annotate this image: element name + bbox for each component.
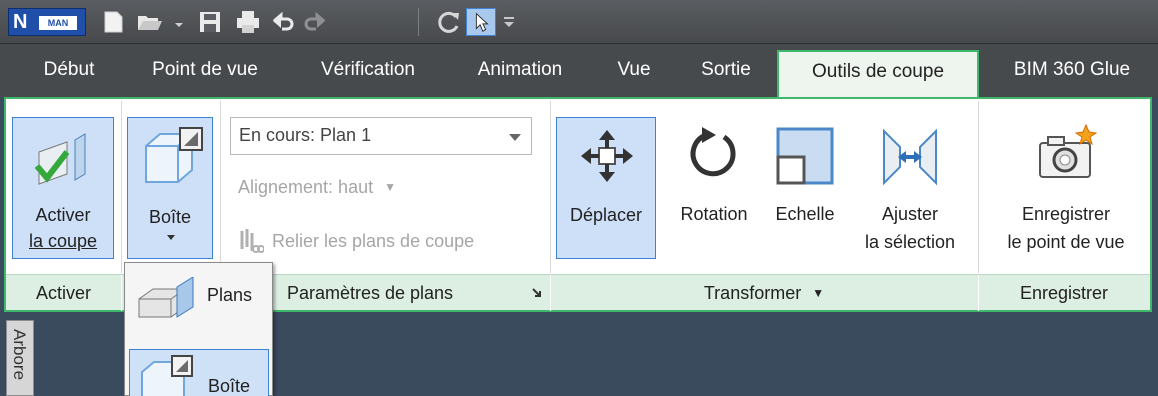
chevron-down-icon: ▼ [812, 286, 825, 300]
chevron-down-icon: ▼ [384, 180, 396, 194]
menu-item-plans[interactable]: Plans [129, 269, 269, 325]
quick-access-toolbar: N MAN [0, 0, 1158, 44]
panel-label-transformer[interactable]: Transformer ▼ [550, 278, 978, 308]
dialog-launcher-icon[interactable] [530, 286, 544, 300]
panel-label-enregistrer: Enregistrer [1019, 283, 1109, 303]
tab-verification[interactable]: Vérification [298, 50, 438, 92]
rotate-button[interactable]: Rotation [668, 117, 760, 259]
alignment-label: Alignement: haut [238, 177, 374, 197]
undo-icon[interactable] [268, 8, 298, 36]
tab-animation[interactable]: Animation [455, 50, 585, 92]
panel-divider [121, 101, 122, 273]
save-viewpoint-button[interactable]: Enregistrer le point de vue [984, 117, 1148, 259]
chevron-down-icon [509, 134, 521, 141]
scale-icon [776, 127, 834, 185]
box-cube-icon [141, 355, 193, 396]
link-planes-icon [240, 229, 264, 253]
open-dropdown-icon[interactable] [164, 8, 194, 36]
alignment-dropdown[interactable]: Alignement: haut ▼ [238, 177, 396, 198]
open-folder-icon[interactable] [134, 8, 164, 36]
transformer-label: Transformer [703, 283, 802, 303]
fit-selection-label-2: la sélection [864, 232, 956, 252]
toolbar-divider [418, 8, 419, 36]
footer-divider [121, 275, 122, 311]
panel-label-activer: Activer [35, 283, 91, 303]
menu-label-plans: Plans [207, 285, 253, 305]
side-tab-label: Arbore [10, 329, 29, 381]
scale-button[interactable]: Echelle [764, 117, 846, 259]
tab-vue[interactable]: Vue [604, 50, 664, 92]
camera-icon [1039, 123, 1098, 178]
box-mode-label: Boîte [148, 207, 192, 227]
new-file-icon[interactable] [98, 8, 128, 36]
logo-text: MAN [39, 16, 77, 30]
link-planes-button[interactable]: Relier les plans de coupe [272, 231, 474, 252]
select-cursor-icon[interactable] [466, 8, 496, 36]
current-plane-value: En cours: Plan 1 [239, 125, 372, 145]
customize-dropdown-icon[interactable] [500, 8, 518, 36]
rotate-label: Rotation [680, 204, 748, 224]
fit-selection-label-1: Ajuster [881, 204, 939, 224]
save-viewpoint-label-1: Enregistrer [1021, 204, 1111, 224]
panel-divider [220, 101, 221, 273]
tab-bim-360-glue[interactable]: BIM 360 Glue [992, 50, 1152, 92]
selection-tree-side-tab[interactable]: Arbore [6, 320, 34, 396]
logo-letter: N [13, 11, 28, 33]
tab-sortie[interactable]: Sortie [684, 50, 768, 92]
chevron-down-icon [167, 235, 175, 240]
move-button[interactable]: Déplacer [556, 117, 656, 259]
tab-outils-de-coupe[interactable]: Outils de coupe [777, 50, 979, 98]
app-logo[interactable]: N MAN [8, 8, 86, 36]
move-arrows-icon [581, 130, 633, 182]
panel-divider [978, 101, 979, 273]
box-mode-button[interactable]: Boîte [127, 117, 213, 259]
enable-sectioning-label-1: Activer [35, 205, 91, 225]
redo-icon[interactable] [300, 8, 330, 36]
enable-sectioning-label-2: la coupe [28, 231, 98, 251]
menu-label-boite: Boîte [208, 376, 251, 396]
ribbon-tab-bar: Début Point de vue Vérification Animatio… [0, 44, 1158, 98]
menu-item-boite[interactable]: Boîte [129, 349, 269, 396]
box-mode-menu: Plans Boîte [124, 262, 273, 396]
current-plane-combo[interactable]: En cours: Plan 1 [230, 117, 532, 155]
enable-sectioning-button[interactable]: Activer la coupe [12, 117, 114, 259]
planes-icon [138, 277, 194, 318]
save-viewpoint-label-2: le point de vue [1007, 232, 1125, 252]
tab-debut[interactable]: Début [22, 50, 116, 92]
panel-divider [550, 101, 551, 273]
save-icon[interactable] [195, 8, 225, 36]
tab-point-de-vue[interactable]: Point de vue [130, 50, 280, 92]
print-icon[interactable] [233, 8, 263, 36]
rotate-icon [690, 127, 736, 177]
box-cube-icon [145, 127, 203, 183]
section-plane-icon [34, 133, 86, 185]
move-label: Déplacer [569, 205, 643, 225]
fit-selection-icon [883, 128, 937, 186]
fit-selection-button[interactable]: Ajuster la sélection [848, 117, 972, 259]
scale-label: Echelle [775, 204, 835, 224]
refresh-icon[interactable] [434, 8, 464, 36]
